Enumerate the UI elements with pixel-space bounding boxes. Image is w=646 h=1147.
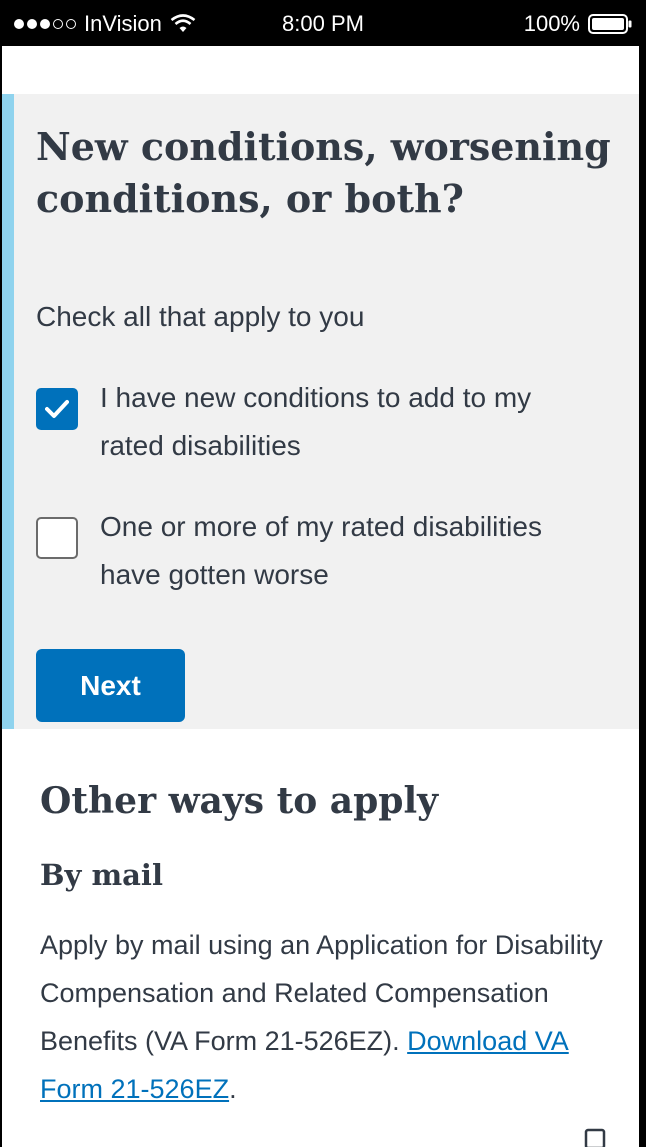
external-link-icon — [584, 1128, 606, 1147]
checkbox-unchecked[interactable] — [36, 517, 78, 559]
checkbox-checked[interactable] — [36, 388, 78, 430]
option-label: I have new conditions to add to my rated… — [100, 382, 532, 461]
device-frame-edge — [639, 46, 646, 1147]
mail-text-end: . — [229, 1074, 237, 1104]
cutoff-text-line — [40, 1126, 570, 1147]
question-panel: New conditions, worsening conditions, or… — [2, 94, 639, 729]
checkmark-icon — [45, 400, 69, 418]
battery-percentage: 100% — [523, 11, 580, 36]
status-bar: InVision 8:00 PM 100% — [0, 0, 646, 46]
status-right: 100% — [524, 11, 632, 37]
question-hint: Check all that apply to you — [36, 301, 365, 332]
other-ways-title: Other ways to apply — [40, 780, 439, 822]
question-title: New conditions, worsening conditions, or… — [36, 124, 611, 221]
by-mail-text: Apply by mail using an Application for D… — [40, 921, 610, 1113]
option-label: One or more of my rated disabilities hav… — [100, 511, 542, 590]
page-content: New conditions, worsening conditions, or… — [2, 46, 639, 1147]
next-button[interactable]: Next — [36, 649, 185, 722]
by-mail-title: By mail — [40, 858, 163, 892]
battery-icon — [588, 14, 632, 34]
